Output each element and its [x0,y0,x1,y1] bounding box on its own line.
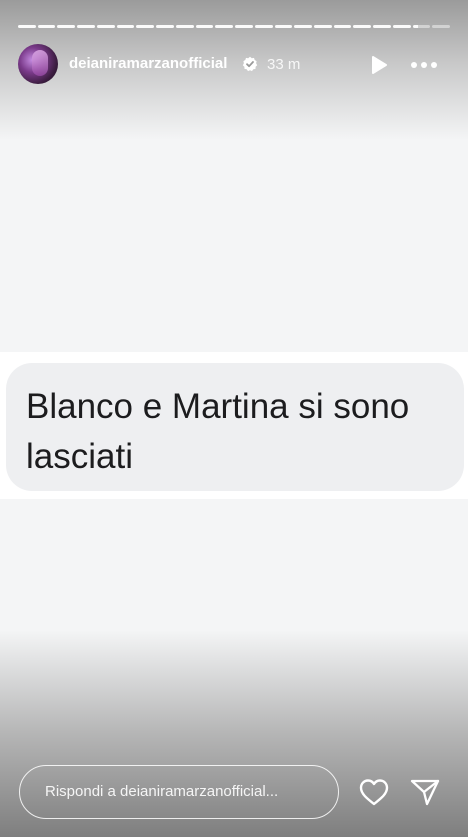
progress-segment [77,25,95,28]
verified-badge-icon [242,56,258,72]
progress-segment [392,25,411,28]
story-message-text: Blanco e Martina si sono lasciati [26,387,410,476]
progress-segment [235,25,253,28]
paper-plane-icon[interactable] [410,778,440,806]
progress-segment [412,25,431,28]
progress-segment [314,25,332,28]
avatar[interactable] [18,44,58,84]
more-options-icon[interactable] [410,58,438,72]
progress-segment [333,25,352,28]
story-header: deianiramarzanofficial 33 m [18,44,450,84]
progress-segment [294,25,313,28]
reply-input[interactable]: Rispondi a deianiramarzanofficial... [19,765,339,819]
progress-segment [373,25,391,28]
progress-segment [96,25,115,28]
progress-segment [37,25,56,28]
heart-icon[interactable] [358,778,390,806]
reply-placeholder: Rispondi a deianiramarzanofficial... [45,783,279,800]
progress-segment [156,25,174,28]
progress-segment [18,25,36,28]
progress-segment [254,25,273,28]
progress-segment [215,25,234,28]
post-time: 33 m [267,56,301,73]
progress-segment [175,25,194,28]
story-viewer: deianiramarzanofficial 33 m Blanco e Mar… [0,0,468,837]
username[interactable]: deianiramarzanofficial [69,55,227,72]
story-progress-bar [18,25,451,28]
progress-segment [136,25,155,28]
progress-segment [195,25,214,28]
progress-segment [116,25,135,28]
progress-segment [432,25,451,28]
progress-segment [57,25,76,28]
play-icon[interactable] [368,54,390,76]
progress-segment [353,25,372,28]
progress-segment [274,25,293,28]
